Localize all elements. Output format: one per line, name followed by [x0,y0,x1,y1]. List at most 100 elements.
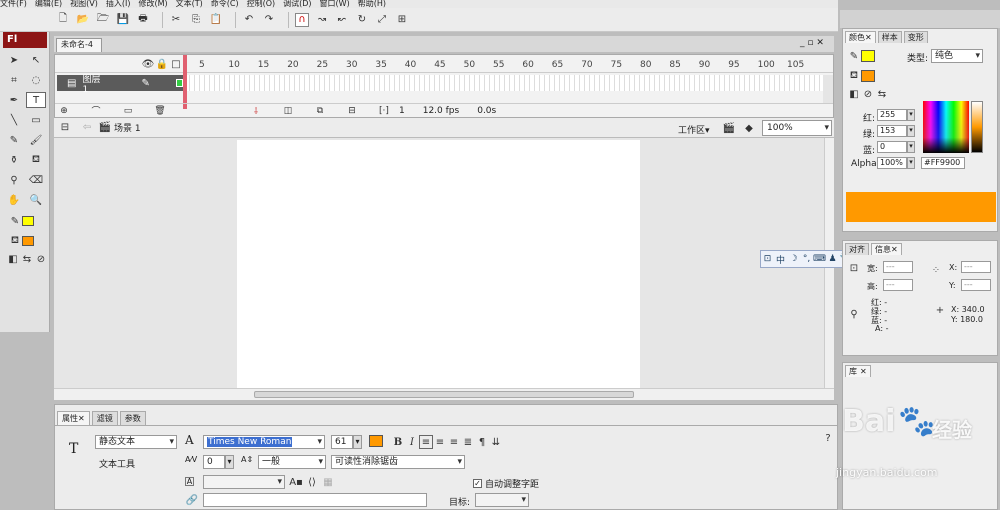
half-width-icon[interactable]: ☽ [787,253,800,266]
url-input[interactable] [203,493,427,507]
height-input[interactable]: --- [883,279,913,291]
back-arrow-icon[interactable]: ⇦ [80,121,94,135]
lasso-tool-icon[interactable]: ◌ [26,72,46,88]
redo-icon[interactable]: ↷ [262,13,276,27]
edit-multiple-icon[interactable]: ⊟ [345,104,359,118]
menu-item[interactable]: 插入(I) [106,0,131,8]
print-icon[interactable]: 🖶 [136,13,150,27]
align-icon[interactable]: ⊞ [395,13,409,27]
align-right-icon[interactable]: ≡ [447,435,461,449]
menu-item[interactable]: 帮助(H) [358,0,386,8]
menu-item[interactable]: 视图(V) [70,0,98,8]
rotate-icon[interactable]: ↻ [355,13,369,27]
ink-bottle-tool-icon[interactable]: ⚱ [4,152,24,168]
snap-magnet-icon[interactable]: ∩ [295,12,309,27]
zoom-tool-icon[interactable]: 🔍 [26,192,46,208]
text-orientation-icon[interactable]: ⇊ [489,435,503,449]
add-guide-icon[interactable]: ⌒ [89,104,103,118]
work-area[interactable] [54,138,824,388]
menu-item[interactable]: 文件(F) [0,0,27,8]
italic-icon[interactable]: I [405,435,419,449]
green-input[interactable]: 153 [877,125,907,137]
green-dropdown-icon[interactable]: ▾ [907,125,915,137]
y-input[interactable]: --- [961,279,991,291]
eyedropper-tool-icon[interactable]: ⚲ [4,172,24,188]
eraser-tool-icon[interactable]: ⌫ [26,172,46,188]
close-tab-icon[interactable]: ✕ [891,245,898,255]
color-panel-tab[interactable]: 颜色 ✕ [845,31,876,43]
window-controls[interactable]: _ ▫ ✕ [800,38,824,48]
font-select[interactable]: Times New Roman [203,435,325,449]
info-panel-tab[interactable]: 对齐 [845,243,869,255]
lock-icon[interactable]: 🔒 [155,57,169,71]
punctuation-icon[interactable]: °, [800,253,813,266]
delete-layer-icon[interactable]: 🗑 [153,104,167,118]
menu-item[interactable]: 调试(D) [283,0,311,8]
pen-tool-icon[interactable]: ✒ [4,92,24,108]
stroke-swatch[interactable] [861,50,875,62]
blue-input[interactable]: 0 [877,141,907,153]
paint-bucket-tool-icon[interactable]: ⛾ [26,152,46,168]
timeline-toggle-icon[interactable]: ⊟ [58,121,72,135]
menu-item[interactable]: 编辑(E) [35,0,62,8]
new-file-icon[interactable]: 🗋 [56,13,70,27]
close-tab-icon[interactable]: ✕ [865,33,872,43]
color-spectrum[interactable] [923,101,969,153]
eye-icon[interactable]: 👁 [141,57,155,71]
selectable-icon[interactable]: A▪ [289,475,303,489]
bold-icon[interactable]: B [391,435,405,449]
alpha-input[interactable]: 100% [877,157,907,169]
onion-markers-icon[interactable]: [·] [377,104,391,118]
paragraph-icon[interactable]: ¶ [475,435,489,449]
font-size-input[interactable]: 61 [331,435,353,449]
edit-scene-icon[interactable]: 🎬 [722,121,736,135]
hand-tool-icon[interactable]: ✋ [4,192,24,208]
no-stroke-icon[interactable]: ⊘ [861,87,875,101]
help-icon[interactable]: ? [821,431,835,445]
swap-icon[interactable]: ⇆ [875,87,889,101]
edit-symbol-icon[interactable]: ◆ [742,121,756,135]
align-center-icon[interactable]: ≡ [433,435,447,449]
workspace-menu[interactable]: 工作区▾ [678,123,710,136]
import-icon[interactable]: 🗁 [96,13,110,27]
spacing-dropdown-icon[interactable]: ▾ [225,455,234,469]
fill-color-swatch[interactable] [22,236,34,246]
default-colors-icon[interactable]: ◧ [847,87,861,101]
frames-row[interactable] [185,75,825,91]
scroll-thumb[interactable] [254,391,634,398]
x-input[interactable]: --- [961,261,991,273]
info-panel-tab[interactable]: 信息 ✕ [871,243,902,255]
character-position-select[interactable]: 一般 [258,455,326,469]
onion-skin-icon[interactable]: ◫ [281,104,295,118]
undo-icon[interactable]: ↶ [242,13,256,27]
red-dropdown-icon[interactable]: ▾ [907,109,915,121]
outline-icon[interactable]: □ [169,57,183,71]
black-white-icon[interactable]: ◧ [6,252,20,266]
straighten-icon[interactable]: ↜ [335,13,349,27]
menu-item[interactable]: 命令(C) [211,0,239,8]
stage[interactable] [237,140,640,388]
swap-colors-icon[interactable]: ⇆ [20,252,34,266]
scale-icon[interactable]: ⤢ [375,13,389,27]
align-left-icon[interactable]: ≡ [419,435,433,449]
smooth-icon[interactable]: ↝ [315,13,329,27]
antialias-select[interactable]: 可读性消除锯齿 [331,455,465,469]
copy-icon[interactable]: ⎘ [189,13,203,27]
border-icon[interactable]: ▦ [321,475,335,489]
menu-item[interactable]: 控制(O) [247,0,276,8]
hex-input[interactable]: #FF9900 [921,157,965,169]
brush-tool-icon[interactable]: 🖌 [26,132,46,148]
add-folder-icon[interactable]: ▭ [121,104,135,118]
center-frame-icon[interactable]: ⸸ [249,104,263,118]
properties-tab[interactable]: 参数 [119,411,146,425]
line-tool-icon[interactable]: ╲ [4,112,24,128]
stroke-color-swatch[interactable] [22,216,34,226]
target-select[interactable] [475,493,529,507]
free-transform-tool-icon[interactable]: ⌗ [4,72,24,88]
menu-item[interactable]: 文本(T) [176,0,203,8]
properties-tab[interactable]: 属性 ✕ [57,411,90,425]
timeline-scrollbar[interactable] [823,75,833,103]
soft-keyboard-icon[interactable]: ⌨ [813,253,826,266]
save-icon[interactable]: 💾 [116,13,130,27]
add-layer-icon[interactable]: ⊕ [57,104,71,118]
